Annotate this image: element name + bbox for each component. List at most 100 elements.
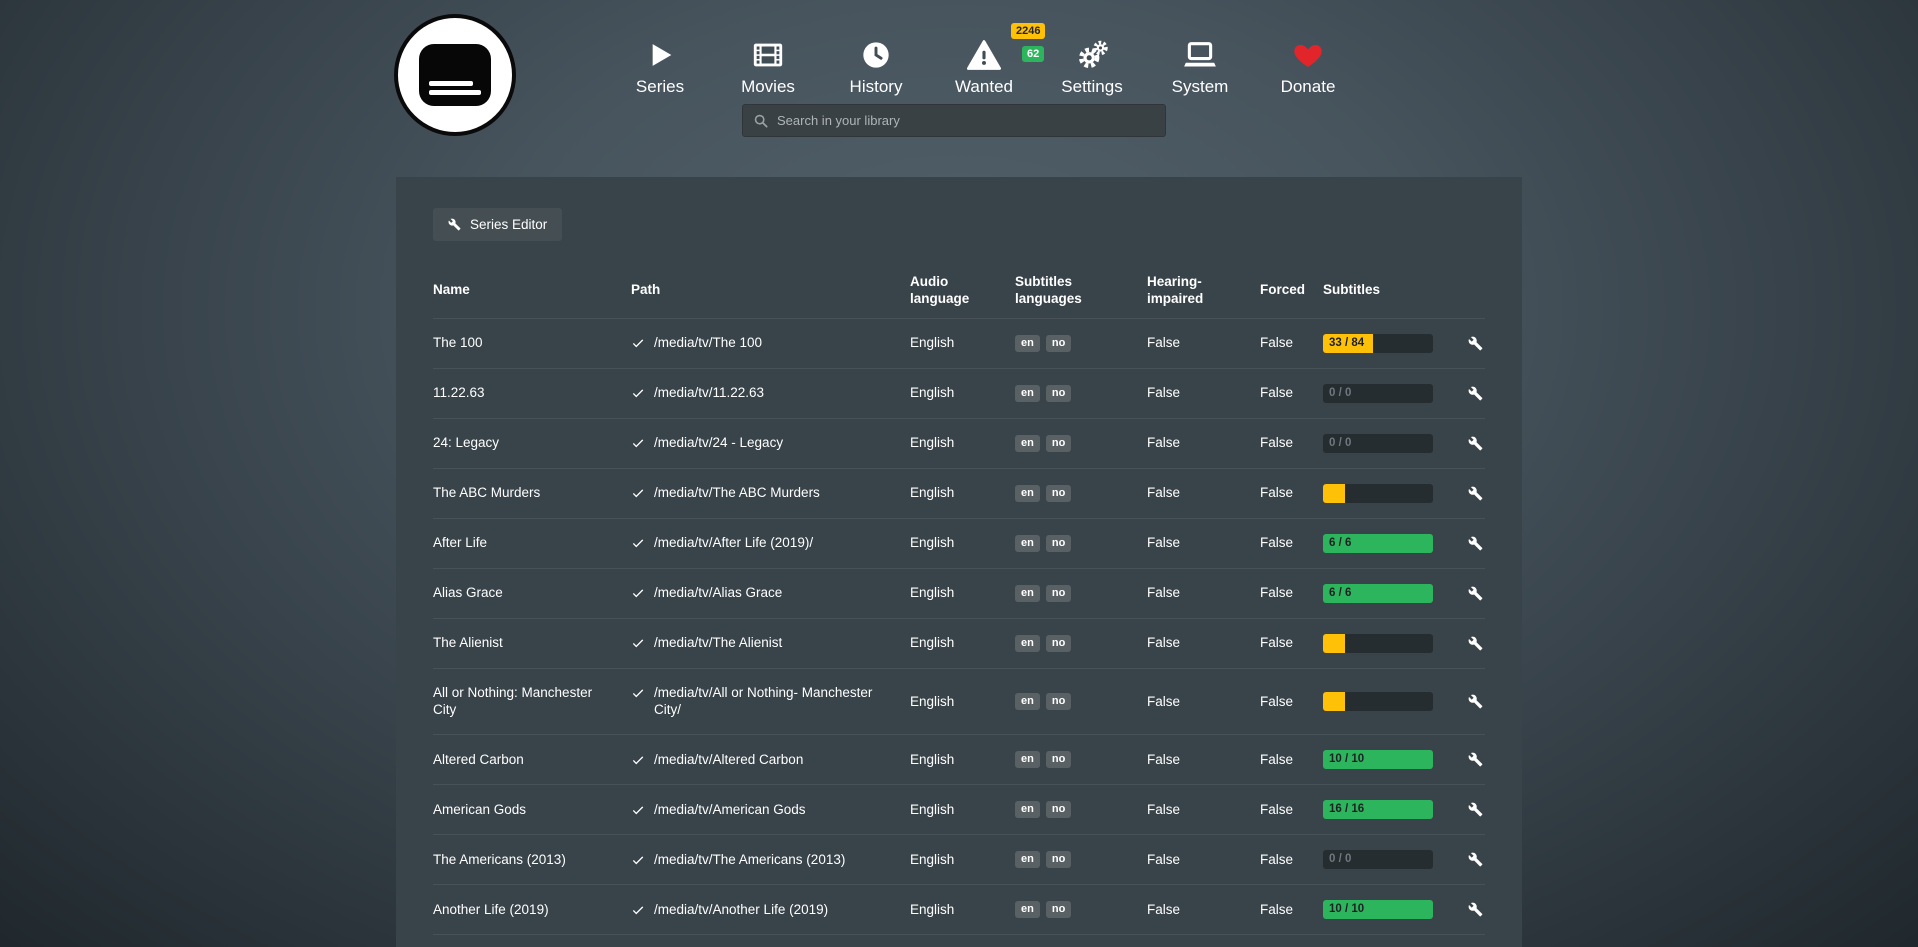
wrench-icon (1468, 386, 1483, 401)
audio-language: English (910, 334, 1015, 352)
edit-series-button[interactable] (1468, 694, 1483, 709)
series-name[interactable]: 24: Legacy (433, 434, 631, 452)
series-name[interactable]: All or Nothing: Manchester City (433, 684, 631, 719)
series-editor-button[interactable]: Series Editor (433, 208, 562, 241)
series-name[interactable]: Altered Carbon (433, 751, 631, 769)
check-icon (631, 336, 645, 350)
hearing-impaired: False (1147, 384, 1260, 402)
wrench-icon (448, 218, 461, 231)
language-badge: no (1046, 635, 1071, 652)
check-icon (631, 686, 645, 700)
progress-text: 6 / 6 (1329, 584, 1351, 603)
edit-series-button[interactable] (1468, 436, 1483, 451)
subtitles-languages: enno (1015, 435, 1147, 452)
nav-item-wanted[interactable]: Wanted224662 (930, 37, 1038, 97)
series-path-text: /media/tv/Alias Grace (654, 584, 782, 602)
forced-flag: False (1260, 334, 1323, 352)
nav-label: Series (606, 77, 714, 97)
subtitles-languages: enno (1015, 585, 1147, 602)
forced-flag: False (1260, 634, 1323, 652)
language-badge: no (1046, 901, 1071, 918)
series-name[interactable]: The Alienist (433, 634, 631, 652)
nav-item-movies[interactable]: Movies (714, 37, 822, 97)
language-badge: en (1015, 693, 1040, 710)
subtitles-languages: enno (1015, 385, 1147, 402)
search-input[interactable] (777, 113, 1155, 128)
progress-fill (1323, 484, 1345, 503)
subtitles-languages: enno (1015, 751, 1147, 768)
edit-series-button[interactable] (1468, 752, 1483, 767)
nav-item-system[interactable]: System (1146, 37, 1254, 97)
language-badge: en (1015, 485, 1040, 502)
subtitles-progress-bar: 33 / 84 (1323, 334, 1433, 353)
nav-item-history[interactable]: History (822, 37, 930, 97)
series-name[interactable]: Another Life (2019) (433, 901, 631, 919)
language-badge: no (1046, 851, 1071, 868)
progress-text: 0 / 0 (1329, 434, 1351, 453)
edit-series-button[interactable] (1468, 636, 1483, 651)
gears-icon (1038, 37, 1146, 73)
series-name[interactable]: American Gods (433, 801, 631, 819)
wrench-icon (1468, 336, 1483, 351)
subtitles-progress-bar: 6 / 6 (1323, 534, 1433, 553)
series-name[interactable]: The Americans (2013) (433, 851, 631, 869)
series-name[interactable]: The ABC Murders (433, 484, 631, 502)
check-icon (631, 386, 645, 400)
edit-series-button[interactable] (1468, 586, 1483, 601)
language-badge: en (1015, 385, 1040, 402)
nav-item-series[interactable]: Series (606, 37, 714, 97)
check-icon (631, 753, 645, 767)
series-path-text: /media/tv/The Americans (2013) (654, 851, 845, 869)
language-badge: no (1046, 335, 1071, 352)
laptop-icon (1146, 37, 1254, 73)
subtitles-languages: enno (1015, 851, 1147, 868)
language-badge: en (1015, 751, 1040, 768)
series-path: /media/tv/Altered Carbon (631, 751, 910, 769)
nav-item-settings[interactable]: Settings (1038, 37, 1146, 97)
edit-series-button[interactable] (1468, 902, 1483, 917)
edit-series-button[interactable] (1468, 336, 1483, 351)
hearing-impaired: False (1147, 334, 1260, 352)
hearing-impaired: False (1147, 634, 1260, 652)
subtitles-progress-bar (1323, 484, 1433, 503)
series-name[interactable]: The 100 (433, 334, 631, 352)
edit-series-button[interactable] (1468, 802, 1483, 817)
nav-item-donate[interactable]: Donate (1254, 37, 1362, 97)
table-row: The Alienist /media/tv/The Alienist Engl… (433, 618, 1485, 668)
forced-flag: False (1260, 534, 1323, 552)
progress-text: 6 / 6 (1329, 534, 1351, 553)
language-badge: no (1046, 751, 1071, 768)
series-name[interactable]: After Life (433, 534, 631, 552)
subtitles-languages: enno (1015, 485, 1147, 502)
subtitles-languages: enno (1015, 535, 1147, 552)
nav-label: Settings (1038, 77, 1146, 97)
bazarr-logo[interactable] (394, 14, 516, 136)
edit-series-button[interactable] (1468, 536, 1483, 551)
forced-flag: False (1260, 434, 1323, 452)
series-name[interactable]: Alias Grace (433, 584, 631, 602)
series-path-text: /media/tv/The ABC Murders (654, 484, 820, 502)
check-icon (631, 636, 645, 650)
edit-series-button[interactable] (1468, 852, 1483, 867)
series-path-text: /media/tv/Altered Carbon (654, 751, 803, 769)
wrench-icon (1468, 436, 1483, 451)
edit-series-button[interactable] (1468, 486, 1483, 501)
edit-series-button[interactable] (1468, 386, 1483, 401)
series-path: /media/tv/After Life (2019)/ (631, 534, 910, 552)
progress-text: 0 / 0 (1329, 850, 1351, 869)
hearing-impaired: False (1147, 534, 1260, 552)
audio-language: English (910, 901, 1015, 919)
nav-label: Movies (714, 77, 822, 97)
subtitles-languages: enno (1015, 635, 1147, 652)
series-table: NamePathAudio languageSubtitles language… (396, 274, 1522, 947)
series-name[interactable]: 11.22.63 (433, 384, 631, 402)
table-row: Alias Grace /media/tv/Alias Grace Englis… (433, 568, 1485, 618)
language-badge: en (1015, 585, 1040, 602)
subtitles-languages: enno (1015, 901, 1147, 918)
language-badge: en (1015, 801, 1040, 818)
series-path: /media/tv/11.22.63 (631, 384, 910, 402)
wrench-icon (1468, 752, 1483, 767)
subtitles-progress-bar: 16 / 16 (1323, 800, 1433, 819)
language-badge: no (1046, 585, 1071, 602)
language-badge: en (1015, 435, 1040, 452)
